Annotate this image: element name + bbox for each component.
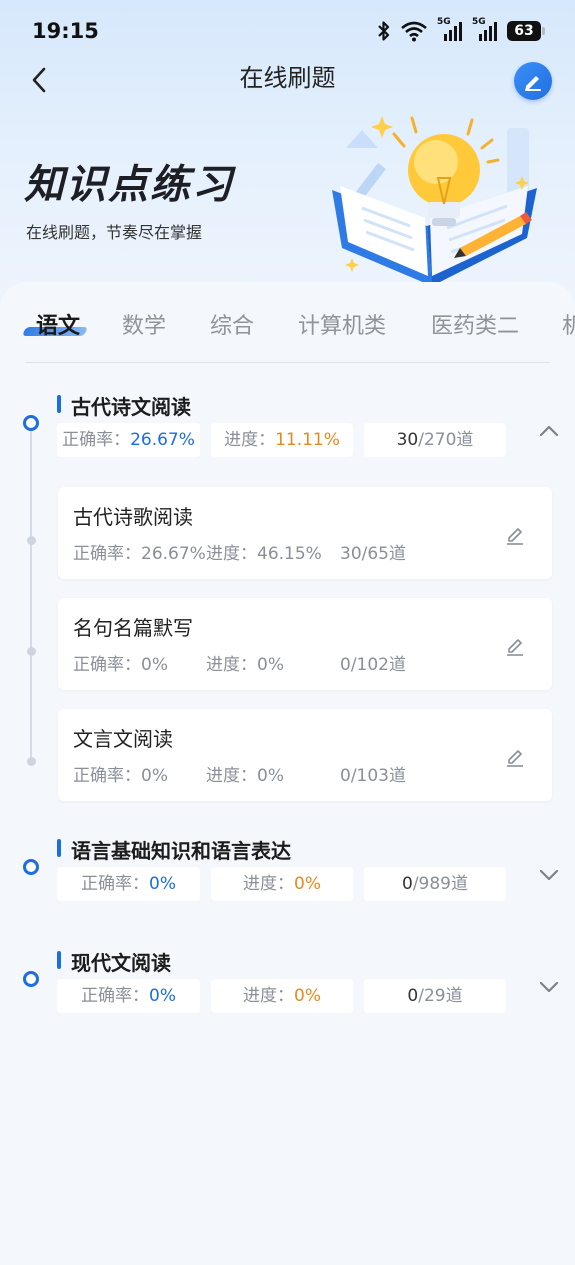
section-count: 0/989道 [364, 867, 506, 901]
accuracy-label: 正确率： [81, 874, 149, 894]
section-count: 30/270道 [364, 423, 506, 457]
lightbulb-book-illustration [332, 116, 537, 286]
section-accuracy: 正确率：0% [57, 867, 200, 901]
topic-accuracy: 正确率：0% [73, 766, 168, 786]
hero-subtitle: 在线刷题，节奏尽在掌握 [26, 223, 203, 242]
section-accuracy: 正确率：26.67% [57, 423, 200, 457]
wifi-icon [401, 21, 427, 42]
topic-count: 0/102道 [340, 655, 406, 675]
total-count: /989道 [412, 874, 468, 894]
topic-dot [27, 536, 36, 545]
topic-title: 古代诗歌阅读 [73, 505, 193, 529]
accuracy-value: 0% [149, 986, 176, 1006]
topic-progress: 进度：0% [206, 655, 284, 675]
topic-progress: 进度：46.15% [206, 544, 322, 564]
section-progress: 进度：11.11% [211, 423, 353, 457]
cell-signal-icon: 5G [472, 17, 498, 42]
section-progress: 进度：0% [211, 867, 353, 901]
hero-title: 知识点练习 [24, 162, 234, 208]
section-progress: 进度：0% [211, 979, 353, 1013]
chevron-down-icon[interactable] [536, 862, 562, 888]
battery-level: 63 [514, 23, 534, 39]
cell-signal-icon: 5G [437, 17, 463, 42]
network-type-label: 5G [437, 17, 451, 27]
topic-dot [27, 647, 36, 656]
chevron-up-icon[interactable] [536, 418, 562, 444]
status-icons: 5G 5G 63 [377, 17, 545, 44]
pen-icon [525, 76, 541, 91]
progress-label: 进度： [243, 874, 294, 894]
progress-value: 0% [294, 874, 321, 894]
topic-title: 文言文阅读 [73, 727, 173, 751]
topic-accuracy: 正确率：26.67% [73, 544, 206, 564]
section-count: 0/29道 [364, 979, 506, 1013]
status-time: 19:15 [32, 19, 99, 43]
pencil-icon[interactable] [504, 634, 526, 656]
topic-accuracy: 正确率：0% [73, 655, 168, 675]
topic-progress: 进度：0% [206, 766, 284, 786]
section-title: 现代文阅读 [71, 951, 171, 975]
page-title: 在线刷题 [239, 64, 336, 92]
topic-card[interactable]: 名句名篇默写 正确率：0% 进度：0% 0/102道 [58, 598, 552, 690]
tab-math[interactable]: 数学 [122, 308, 166, 340]
chevron-down-icon[interactable] [536, 974, 562, 1000]
bluetooth-icon [378, 21, 390, 41]
done-count: 0 [407, 986, 419, 1006]
section-dot [23, 971, 39, 987]
accuracy-value: 26.67% [130, 430, 195, 450]
section-accuracy: 正确率：0% [57, 979, 200, 1013]
accuracy-label: 正确率： [81, 986, 149, 1006]
network-type-label: 5G [472, 17, 486, 27]
total-count: /29道 [418, 986, 463, 1006]
progress-value: 0% [294, 986, 321, 1006]
topic-title: 名句名篇默写 [73, 616, 193, 640]
subject-tabs: 语文 数学 综合 计算机类 医药类二 机 [0, 282, 575, 364]
section-accent-bar [57, 951, 61, 969]
progress-label: 进度： [243, 986, 294, 1006]
accuracy-label: 正确率： [62, 430, 131, 450]
done-count: 30 [396, 430, 419, 450]
topic-dot [27, 757, 36, 766]
tab-general[interactable]: 综合 [210, 308, 254, 340]
section-title: 古代诗文阅读 [71, 395, 191, 419]
tab-more[interactable]: 机 [562, 308, 575, 340]
tab-computer[interactable]: 计算机类 [298, 308, 386, 340]
progress-label: 进度： [224, 430, 276, 450]
section-dot [23, 859, 39, 875]
section-title: 语言基础知识和语言表达 [71, 839, 291, 863]
edit-button[interactable] [514, 62, 552, 100]
topic-count: 0/103道 [340, 766, 406, 786]
done-count: 0 [401, 874, 413, 894]
section-dot [23, 415, 39, 431]
timeline-line [30, 430, 32, 762]
section-accent-bar [57, 395, 61, 413]
total-count: /270道 [418, 430, 474, 450]
pencil-icon[interactable] [504, 745, 526, 767]
status-bar: 19:15 5G 5G 63 [0, 0, 575, 60]
topic-card[interactable]: 文言文阅读 正确率：0% 进度：0% 0/103道 [58, 709, 552, 801]
battery-icon: 63 [507, 21, 545, 41]
accuracy-value: 0% [149, 874, 176, 894]
divider [25, 362, 550, 363]
pencil-icon[interactable] [504, 523, 526, 545]
tab-chinese[interactable]: 语文 [36, 308, 80, 340]
section-accent-bar [57, 839, 61, 857]
topic-card[interactable]: 古代诗歌阅读 正确率：26.67% 进度：46.15% 30/65道 [58, 487, 552, 579]
tab-medicine-2[interactable]: 医药类二 [431, 308, 519, 340]
topic-count: 30/65道 [340, 544, 406, 564]
progress-value: 11.11% [275, 430, 340, 450]
